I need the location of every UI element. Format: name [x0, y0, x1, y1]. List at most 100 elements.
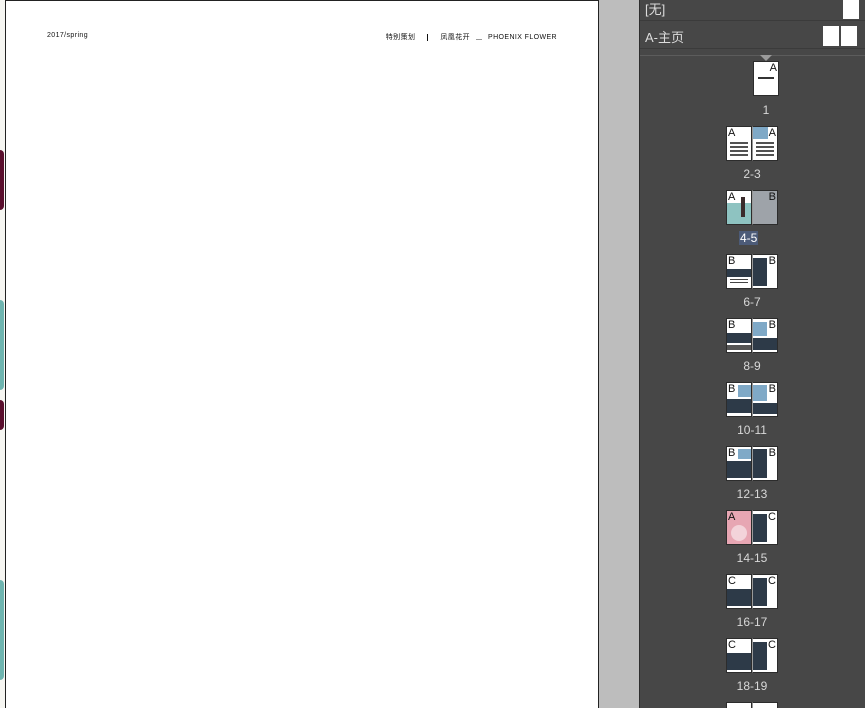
spread-label: 8-9	[743, 359, 761, 373]
photo-block	[753, 322, 767, 336]
master-none-label: [无]	[645, 2, 666, 17]
document-canvas[interactable]: 2017/spring 特别策划 凤凰花开 PHOENIX FLOWER	[0, 0, 640, 708]
page-thumbnail[interactable]: C	[726, 638, 752, 673]
page-thumbnail[interactable]: A	[752, 126, 778, 161]
master-letter: C	[728, 575, 736, 587]
master-letter: B	[728, 383, 736, 395]
spread-thumbnail[interactable]: A C	[726, 510, 778, 545]
thumbnail-title	[758, 77, 774, 79]
spread-thumbnail-selected[interactable]: A B	[726, 190, 778, 225]
spread-label: 2-3	[743, 167, 761, 181]
bleed-artwork-magenta	[0, 150, 4, 210]
photo-block	[753, 258, 767, 286]
page-thumbnail[interactable]: C	[752, 638, 778, 673]
master-letter: C	[768, 639, 776, 651]
page-thumbnail[interactable]: B	[726, 446, 752, 481]
page-thumbnail[interactable]: C	[752, 574, 778, 609]
page-thumbnail[interactable]: B	[752, 190, 778, 225]
photo-block	[727, 269, 751, 277]
photo-block	[753, 642, 767, 670]
master-letter: A	[769, 62, 777, 74]
text-block	[730, 142, 748, 157]
master-letter: B	[768, 191, 776, 203]
master-letter: B	[768, 447, 776, 459]
spread-thumbnail[interactable]: C C	[726, 638, 778, 673]
spread-thumbnail[interactable]: B B	[726, 382, 778, 417]
photo-block	[753, 385, 767, 401]
text-block	[727, 345, 751, 350]
master-letter: A	[728, 127, 736, 139]
figure-block	[741, 197, 745, 217]
photo-block	[753, 449, 767, 478]
master-letter: B	[728, 447, 736, 459]
header-dash	[476, 39, 482, 40]
page-thumbnail[interactable]	[726, 702, 752, 708]
page-thumbnail[interactable]: B	[726, 318, 752, 353]
spread-label: 10-11	[737, 423, 767, 437]
document-page[interactable]: 2017/spring 特别策划 凤凰花开 PHOENIX FLOWER	[5, 0, 599, 708]
page-thumbnail[interactable]: A	[726, 126, 752, 161]
spread-thumbnail[interactable]: A	[753, 61, 779, 96]
master-a-left-thumbnail[interactable]	[823, 26, 839, 46]
spread-label: 6-7	[743, 295, 761, 309]
photo-block	[727, 399, 751, 413]
spread-label: 1	[762, 103, 770, 117]
spread-thumbnail[interactable]: B B	[726, 446, 778, 481]
photo-block	[727, 203, 751, 224]
photo-block	[753, 403, 777, 414]
page-thumbnail[interactable]: B	[752, 446, 778, 481]
page-thumbnail[interactable]	[752, 702, 778, 708]
master-letter: A	[768, 127, 776, 139]
master-letter: B	[768, 383, 776, 395]
running-header-left: 2017/spring	[47, 32, 88, 39]
master-none-row[interactable]: [无]	[640, 0, 865, 21]
photo-block	[753, 127, 768, 139]
bleed-artwork-teal	[0, 300, 4, 390]
spread-thumbnail[interactable]: A A	[726, 126, 778, 161]
text-block	[756, 142, 774, 157]
photo-block	[727, 589, 751, 606]
bleed-artwork-teal-2	[0, 580, 4, 680]
spread-label: 16-17	[736, 615, 768, 629]
photo-block	[738, 385, 751, 397]
spread-thumbnail[interactable]: B B	[726, 318, 778, 353]
page-thumbnail[interactable]: C	[752, 510, 778, 545]
page-thumbnail[interactable]: B	[752, 382, 778, 417]
flower-artwork	[731, 525, 747, 541]
spread-thumbnail-partial[interactable]	[726, 702, 778, 708]
page-thumbnail[interactable]: B	[752, 318, 778, 353]
photo-block	[753, 578, 767, 606]
running-header-right: 特别策划 凤凰花开 PHOENIX FLOWER	[386, 32, 557, 42]
page-thumbnail[interactable]: A	[753, 61, 779, 96]
master-a-right-thumbnail[interactable]	[841, 26, 857, 46]
running-header-english-title: PHOENIX FLOWER	[488, 33, 557, 41]
spread-thumbnail[interactable]: B B	[726, 254, 778, 289]
page-thumbnail[interactable]: A	[726, 190, 752, 225]
header-separator	[427, 33, 429, 41]
running-header-section: 特别策划	[385, 34, 416, 41]
master-letter: B	[728, 319, 736, 331]
master-letter: A	[728, 191, 736, 203]
page-thumbnail[interactable]: B	[726, 254, 752, 289]
page-thumbnail[interactable]: C	[726, 574, 752, 609]
spread-label: 14-15	[736, 551, 768, 565]
master-letter: C	[768, 575, 776, 587]
running-header-chinese-title: 凤凰花开	[440, 34, 470, 41]
master-a-label: A-主页	[645, 30, 685, 45]
spread-thumbnail[interactable]: C C	[726, 574, 778, 609]
panel-divider	[640, 55, 865, 56]
master-none-thumbnail[interactable]	[843, 0, 859, 19]
photo-block	[738, 449, 751, 459]
page-thumbnail[interactable]: B	[752, 254, 778, 289]
spread-label: 12-13	[736, 487, 768, 501]
page-thumbnail[interactable]: B	[726, 382, 752, 417]
photo-block	[727, 461, 751, 478]
master-a-row[interactable]: A-主页	[640, 21, 865, 49]
photo-block	[727, 653, 751, 670]
page-thumbnail[interactable]: A	[726, 510, 752, 545]
master-letter: B	[768, 255, 776, 267]
photo-block	[727, 333, 751, 343]
spread-label: 18-19	[736, 679, 768, 693]
pages-panel[interactable]: [无] A-主页 A 1 A A 2-3 A B 4-5 B B 6-7 B B…	[639, 0, 865, 708]
master-letter: B	[728, 255, 736, 267]
